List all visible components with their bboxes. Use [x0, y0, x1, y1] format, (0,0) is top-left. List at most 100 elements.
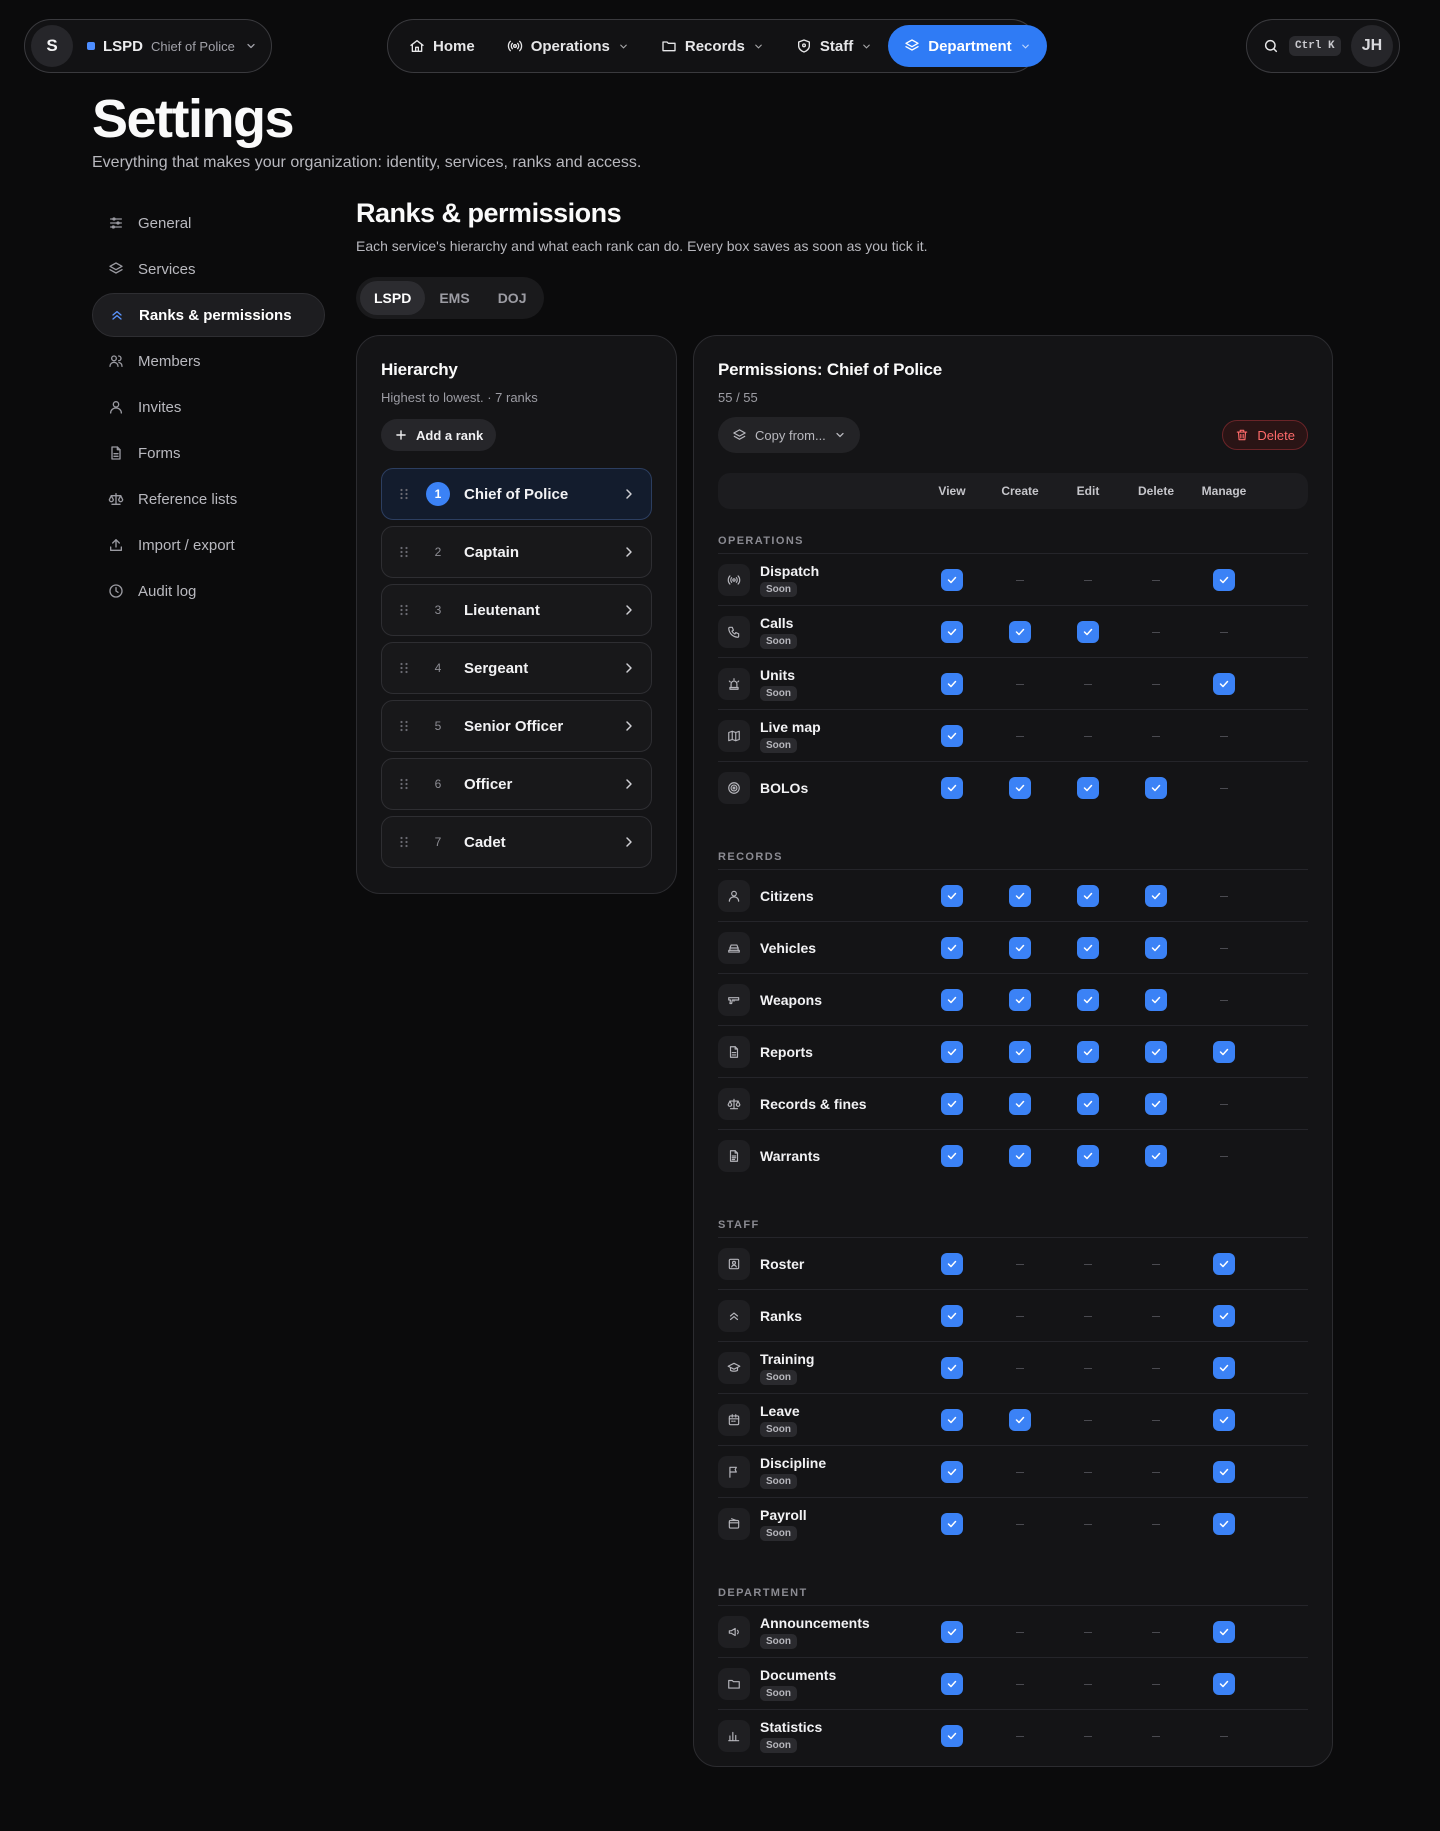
- permission-label: Reports: [760, 1044, 813, 1060]
- cell-view: [918, 1130, 986, 1182]
- checkbox-view[interactable]: [941, 1409, 963, 1431]
- checkbox-create[interactable]: [1009, 621, 1031, 643]
- checkbox-manage[interactable]: [1213, 1673, 1235, 1695]
- checkbox-manage[interactable]: [1213, 1253, 1235, 1275]
- not-applicable-dash: [1016, 683, 1024, 685]
- checkbox-create[interactable]: [1009, 989, 1031, 1011]
- drag-handle-icon[interactable]: [398, 604, 410, 616]
- checkbox-manage[interactable]: [1213, 1513, 1235, 1535]
- sidebar-item-services[interactable]: Services: [92, 247, 325, 291]
- checkbox-view[interactable]: [941, 1513, 963, 1535]
- tab-doj[interactable]: DOJ: [484, 281, 541, 315]
- drag-handle-icon[interactable]: [398, 488, 410, 500]
- rank-item-lieutenant[interactable]: 3 Lieutenant: [381, 584, 652, 636]
- rank-item-senior-officer[interactable]: 5 Senior Officer: [381, 700, 652, 752]
- add-rank-button[interactable]: Add a rank: [381, 419, 497, 451]
- rank-item-cadet[interactable]: 7 Cadet: [381, 816, 652, 868]
- checkbox-view[interactable]: [941, 1145, 963, 1167]
- org-switcher[interactable]: S LSPD Chief of Police: [24, 19, 272, 73]
- sidebar-item-audit-log[interactable]: Audit log: [92, 569, 325, 613]
- checkbox-view[interactable]: [941, 1041, 963, 1063]
- cell-create: [986, 1606, 1054, 1658]
- drag-handle-icon[interactable]: [398, 836, 410, 848]
- checkbox-view[interactable]: [941, 1673, 963, 1695]
- delete-rank-button[interactable]: Delete: [1222, 420, 1308, 450]
- checkbox-edit[interactable]: [1077, 1145, 1099, 1167]
- sidebar-item-members[interactable]: Members: [92, 339, 325, 383]
- checkbox-view[interactable]: [941, 885, 963, 907]
- checkbox-delete[interactable]: [1145, 937, 1167, 959]
- checkbox-delete[interactable]: [1145, 777, 1167, 799]
- checkbox-delete[interactable]: [1145, 989, 1167, 1011]
- checkbox-view[interactable]: [941, 1305, 963, 1327]
- checkbox-view[interactable]: [941, 569, 963, 591]
- sidebar-item-reference-lists[interactable]: Reference lists: [92, 477, 325, 521]
- rank-item-officer[interactable]: 6 Officer: [381, 758, 652, 810]
- chevron-down-icon: [753, 41, 764, 52]
- checkbox-edit[interactable]: [1077, 777, 1099, 799]
- rank-item-sergeant[interactable]: 4 Sergeant: [381, 642, 652, 694]
- sidebar-item-forms[interactable]: Forms: [92, 431, 325, 475]
- checkbox-manage[interactable]: [1213, 673, 1235, 695]
- checkbox-view[interactable]: [941, 673, 963, 695]
- sidebar-item-ranks-permissions[interactable]: Ranks & permissions: [92, 293, 325, 337]
- drag-handle-icon[interactable]: [398, 546, 410, 558]
- checkbox-create[interactable]: [1009, 1041, 1031, 1063]
- checkbox-manage[interactable]: [1213, 1041, 1235, 1063]
- drag-handle-icon[interactable]: [398, 662, 410, 674]
- tab-ems[interactable]: EMS: [425, 281, 483, 315]
- checkbox-edit[interactable]: [1077, 1093, 1099, 1115]
- nav-department[interactable]: Department: [888, 25, 1047, 67]
- checkbox-manage[interactable]: [1213, 1461, 1235, 1483]
- checkbox-view[interactable]: [941, 1253, 963, 1275]
- checkbox-create[interactable]: [1009, 885, 1031, 907]
- checkbox-create[interactable]: [1009, 1145, 1031, 1167]
- checkbox-manage[interactable]: [1213, 1409, 1235, 1431]
- drag-handle-icon[interactable]: [398, 720, 410, 732]
- checkbox-manage[interactable]: [1213, 1357, 1235, 1379]
- checkbox-view[interactable]: [941, 1725, 963, 1747]
- nav-operations[interactable]: Operations: [491, 25, 645, 67]
- checkbox-edit[interactable]: [1077, 885, 1099, 907]
- sidebar-item-import-export[interactable]: Import / export: [92, 523, 325, 567]
- siren-icon: [718, 667, 750, 700]
- rank-item-captain[interactable]: 2 Captain: [381, 526, 652, 578]
- checkbox-view[interactable]: [941, 989, 963, 1011]
- permission-label: Payroll Soon: [760, 1507, 807, 1541]
- copy-from-dropdown[interactable]: Copy from...: [718, 417, 860, 453]
- checkbox-delete[interactable]: [1145, 1093, 1167, 1115]
- sidebar-item-general[interactable]: General: [92, 201, 325, 245]
- nav-records[interactable]: Records: [645, 25, 780, 67]
- checkbox-delete[interactable]: [1145, 1145, 1167, 1167]
- checkbox-create[interactable]: [1009, 937, 1031, 959]
- checkbox-edit[interactable]: [1077, 621, 1099, 643]
- checkbox-view[interactable]: [941, 777, 963, 799]
- checkbox-edit[interactable]: [1077, 1041, 1099, 1063]
- checkbox-manage[interactable]: [1213, 1305, 1235, 1327]
- checkbox-view[interactable]: [941, 725, 963, 747]
- checkbox-delete[interactable]: [1145, 1041, 1167, 1063]
- rank-item-chief-of-police[interactable]: 1 Chief of Police: [381, 468, 652, 520]
- drag-handle-icon[interactable]: [398, 778, 410, 790]
- checkbox-create[interactable]: [1009, 777, 1031, 799]
- checkbox-edit[interactable]: [1077, 989, 1099, 1011]
- checkbox-create[interactable]: [1009, 1093, 1031, 1115]
- checkbox-view[interactable]: [941, 1621, 963, 1643]
- checkbox-create[interactable]: [1009, 1409, 1031, 1431]
- tab-lspd[interactable]: LSPD: [360, 281, 426, 315]
- checkbox-view[interactable]: [941, 1461, 963, 1483]
- checkbox-view[interactable]: [941, 937, 963, 959]
- cell-create: [986, 1394, 1054, 1446]
- search-icon[interactable]: [1263, 38, 1279, 54]
- checkbox-view[interactable]: [941, 621, 963, 643]
- checkbox-delete[interactable]: [1145, 885, 1167, 907]
- nav-staff[interactable]: Staff: [780, 25, 888, 67]
- checkbox-manage[interactable]: [1213, 1621, 1235, 1643]
- user-avatar[interactable]: JH: [1351, 25, 1393, 67]
- sidebar-item-invites[interactable]: Invites: [92, 385, 325, 429]
- checkbox-manage[interactable]: [1213, 569, 1235, 591]
- nav-home[interactable]: Home: [393, 25, 491, 67]
- checkbox-view[interactable]: [941, 1357, 963, 1379]
- checkbox-edit[interactable]: [1077, 937, 1099, 959]
- checkbox-view[interactable]: [941, 1093, 963, 1115]
